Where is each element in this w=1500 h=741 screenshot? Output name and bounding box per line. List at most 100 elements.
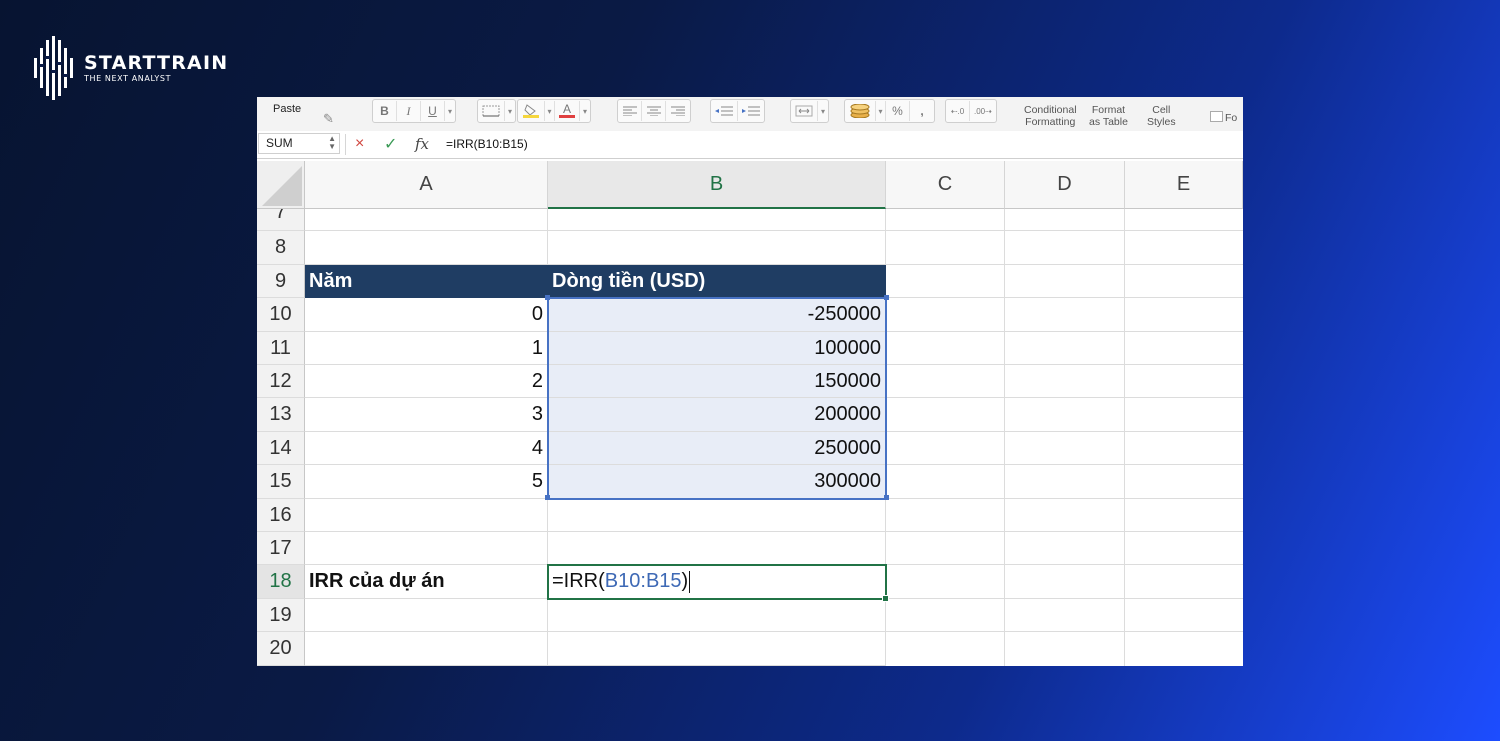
name-box[interactable]: SUM ▲ ▼ <box>258 133 340 154</box>
spreadsheet-window: Paste ✎ B I U ▾ ▾ ▾ A ▾ ▾ ▾ % , ⇠.0 .00⇢… <box>257 97 1243 666</box>
formula-range-reference: B10:B15 <box>604 570 682 592</box>
cell-b13[interactable]: 200000 <box>548 398 886 432</box>
cell-b8[interactable] <box>548 231 886 265</box>
cell-b14[interactable]: 250000 <box>548 432 886 465</box>
decimal-group: ⇠.0 .00⇢ <box>945 99 997 123</box>
formula-bar: SUM ▲ ▼ × ✓ fx =IRR(B10:B15) <box>257 131 1243 159</box>
paste-button[interactable]: Paste <box>273 103 301 115</box>
text-cursor <box>689 570 691 593</box>
align-right-icon[interactable] <box>666 101 690 121</box>
cell-a20[interactable] <box>305 632 548 666</box>
row-header-13[interactable]: 13 <box>257 398 305 432</box>
brand-name: STARTTRAIN <box>84 51 229 74</box>
font-color-button[interactable]: A <box>555 101 580 121</box>
row-header-17[interactable]: 17 <box>257 532 305 565</box>
cell-a16[interactable] <box>305 499 548 532</box>
cell-styles-button[interactable]: Cell Styles <box>1147 104 1176 128</box>
conditional-formatting-button[interactable]: Conditional Formatting <box>1024 104 1077 128</box>
row-header-10[interactable]: 10 <box>257 298 305 332</box>
column-header-d[interactable]: D <box>1005 161 1125 209</box>
insert-function-icon[interactable]: fx <box>415 135 429 153</box>
decrease-decimal-icon[interactable]: .00⇢ <box>970 101 996 121</box>
column-header-c[interactable]: C <box>886 161 1005 209</box>
cell-b9-header[interactable]: Dòng tiền (USD) <box>548 265 886 298</box>
cell-a12[interactable]: 2 <box>305 365 548 398</box>
underline-dropdown-icon[interactable]: ▾ <box>445 101 455 121</box>
cell-b16[interactable] <box>548 499 886 532</box>
row-header-9[interactable]: 9 <box>257 265 305 298</box>
borders-icon[interactable] <box>478 101 505 121</box>
cell-a13[interactable]: 3 <box>305 398 548 432</box>
cell-b17[interactable] <box>548 532 886 565</box>
fill-color-icon[interactable] <box>518 101 545 121</box>
selection-handle-bottom-right[interactable] <box>884 495 889 500</box>
row-header-11[interactable]: 11 <box>257 332 305 365</box>
italic-button[interactable]: I <box>397 101 421 121</box>
font-color-dropdown-icon[interactable]: ▾ <box>580 101 590 121</box>
decrease-indent-icon[interactable] <box>711 101 738 121</box>
cell-b20[interactable] <box>548 632 886 666</box>
row-header-14[interactable]: 14 <box>257 432 305 465</box>
currency-dropdown-icon[interactable]: ▾ <box>876 101 886 121</box>
formula-bar-divider <box>345 134 346 155</box>
bold-button[interactable]: B <box>373 101 397 121</box>
cell-b18-irr-formula[interactable]: =IRR(B10:B15) <box>548 565 886 599</box>
increase-indent-icon[interactable] <box>738 101 764 121</box>
align-left-icon[interactable] <box>618 101 642 121</box>
row-header-7[interactable]: 7 <box>257 209 305 231</box>
row-header-19[interactable]: 19 <box>257 599 305 632</box>
increase-decimal-icon[interactable]: ⇠.0 <box>946 101 970 121</box>
row-header-20[interactable]: 20 <box>257 632 305 666</box>
cell-a10[interactable]: 0 <box>305 298 548 332</box>
font-style-group: B I U ▾ <box>372 99 456 123</box>
font-color-glyph: A <box>562 102 571 116</box>
selection-handle-bottom-left[interactable] <box>545 495 550 500</box>
cell-b12[interactable]: 150000 <box>548 365 886 398</box>
cell-a19[interactable] <box>305 599 548 632</box>
selection-handle-top-right[interactable] <box>884 295 889 300</box>
row-header-12[interactable]: 12 <box>257 365 305 398</box>
currency-icon[interactable] <box>845 101 876 121</box>
format-button-label[interactable]: Fo <box>1225 112 1237 124</box>
cell-a17[interactable] <box>305 532 548 565</box>
cell-a18-irr-label[interactable]: IRR của dự án <box>305 565 548 599</box>
cell-a9-header[interactable]: Năm <box>305 265 548 298</box>
format-as-table-button[interactable]: Format as Table <box>1089 104 1128 128</box>
selection-handle-top-left[interactable] <box>545 295 550 300</box>
select-all-corner[interactable] <box>257 161 305 209</box>
row-header-16[interactable]: 16 <box>257 499 305 532</box>
format-painter-icon[interactable]: ✎ <box>323 111 334 127</box>
cell-b10[interactable]: -250000 <box>548 298 886 332</box>
brand-logo: STARTTRAIN THE NEXT ANALYST <box>32 36 228 100</box>
column-header-a[interactable]: A <box>305 161 548 209</box>
row-header-15[interactable]: 15 <box>257 465 305 499</box>
cell-a11[interactable]: 1 <box>305 332 548 365</box>
align-center-icon[interactable] <box>642 101 666 121</box>
cell-b11[interactable]: 100000 <box>548 332 886 365</box>
merge-dropdown-icon[interactable]: ▾ <box>818 101 828 121</box>
merge-center-icon[interactable] <box>791 101 818 121</box>
row-header-18[interactable]: 18 <box>257 565 305 599</box>
cell-a15[interactable]: 5 <box>305 465 548 499</box>
enter-check-icon[interactable]: ✓ <box>384 134 397 154</box>
cell-a14[interactable]: 4 <box>305 432 548 465</box>
cell-b19[interactable] <box>548 599 886 632</box>
underline-button[interactable]: U <box>421 101 445 121</box>
column-header-b[interactable]: B <box>548 161 886 209</box>
fill-color-dropdown-icon[interactable]: ▾ <box>545 101 555 121</box>
empty-cells-area[interactable] <box>886 209 1243 666</box>
comma-style-button[interactable]: , <box>910 101 934 121</box>
cell-b15[interactable]: 300000 <box>548 465 886 499</box>
name-box-spinner-icon[interactable]: ▲ ▼ <box>328 135 336 151</box>
format-cells-icon[interactable] <box>1210 111 1223 122</box>
percent-button[interactable]: % <box>886 101 910 121</box>
cell-b7[interactable] <box>548 209 886 231</box>
row-header-8[interactable]: 8 <box>257 231 305 265</box>
cell-a8[interactable] <box>305 231 548 265</box>
formula-input[interactable]: =IRR(B10:B15) <box>446 137 528 151</box>
borders-dropdown-icon[interactable]: ▾ <box>505 101 515 121</box>
name-box-value: SUM <box>266 136 293 150</box>
column-header-e[interactable]: E <box>1125 161 1243 209</box>
cancel-icon[interactable]: × <box>355 135 364 153</box>
cell-a7[interactable] <box>305 209 548 231</box>
